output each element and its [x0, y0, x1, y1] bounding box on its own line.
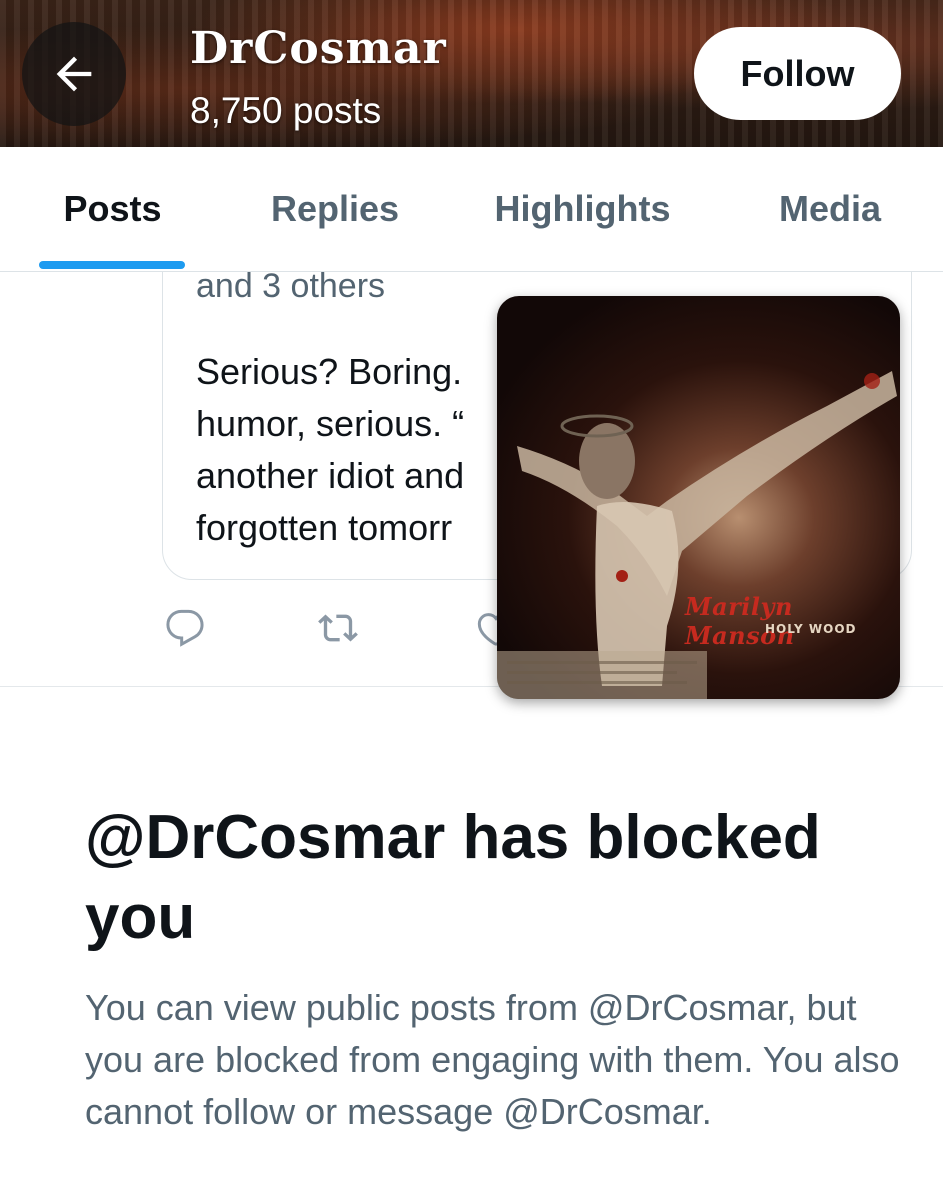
reply-icon: [166, 609, 204, 647]
album-title-text: HOLY WOOD: [765, 622, 857, 636]
blocked-title: @DrCosmar has blocked you: [85, 803, 821, 952]
tab-posts[interactable]: Posts: [40, 147, 185, 271]
profile-name: DrCosmar: [190, 23, 447, 74]
quoted-post-others: and 3 others: [196, 267, 386, 305]
tab-replies[interactable]: Replies: [250, 147, 420, 271]
tab-media[interactable]: Media: [750, 147, 910, 271]
repost-button[interactable]: [318, 608, 358, 648]
arrow-left-icon: [56, 56, 92, 92]
quoted-post-body: Serious? Boring. humor, serious. “ anoth…: [196, 346, 536, 554]
quoted-post-line: humor, serious. “: [196, 403, 465, 444]
back-button[interactable]: [22, 22, 126, 126]
profile-tabs: Posts Replies Highlights Media: [0, 147, 943, 272]
follow-button[interactable]: Follow: [694, 27, 901, 120]
quoted-post-line: forgotten tomorr: [196, 507, 453, 548]
tab-highlights[interactable]: Highlights: [470, 147, 695, 271]
reply-button[interactable]: [165, 608, 205, 648]
header-title-block: DrCosmar 8,750 posts: [190, 22, 447, 134]
quoted-post-line: Serious? Boring.: [196, 351, 463, 392]
album-cover-image[interactable]: Marilyn Manson HOLY WOOD: [497, 296, 900, 699]
album-artist-text: Marilyn Manson: [685, 592, 795, 650]
quoted-post-line: another idiot and: [196, 455, 465, 496]
retweet-icon: [318, 614, 358, 642]
profile-header-banner: DrCosmar 8,750 posts Follow: [0, 0, 943, 147]
active-tab-indicator: [39, 261, 185, 269]
blocked-description: You can view public posts from @DrCosmar…: [85, 987, 900, 1132]
post-count: 8,750 posts: [190, 90, 382, 131]
